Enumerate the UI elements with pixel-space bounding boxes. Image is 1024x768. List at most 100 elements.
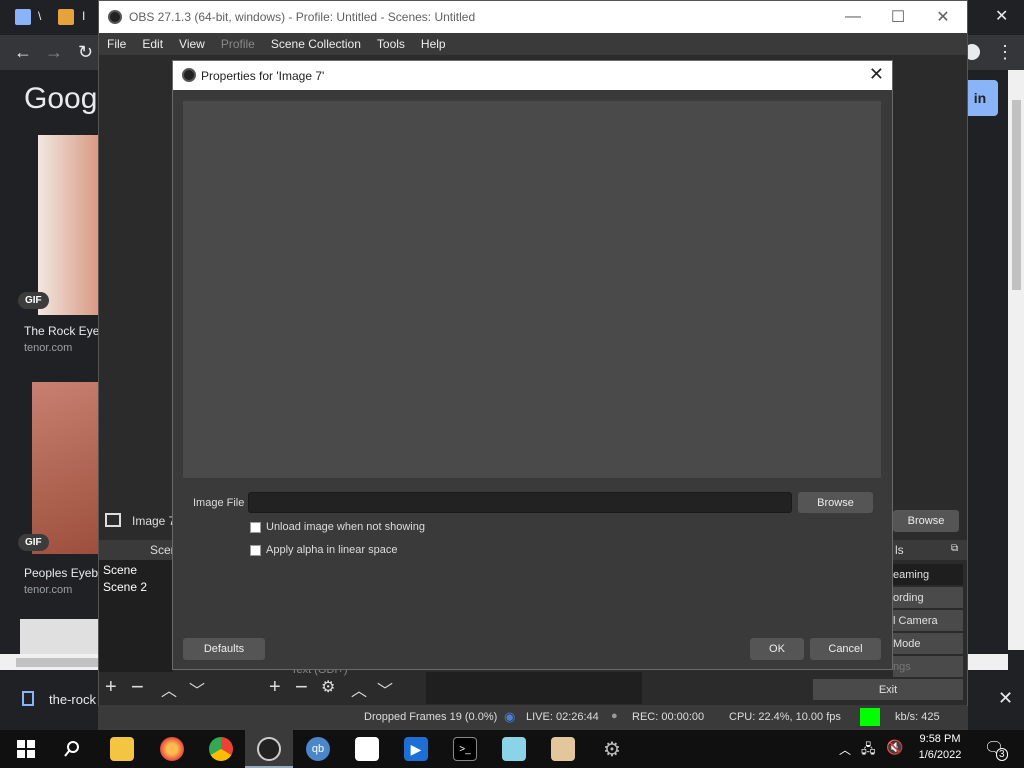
menu-edit[interactable]: Edit (142, 37, 163, 51)
forward-arrow-icon[interactable]: → (45, 43, 63, 61)
notepad-icon[interactable] (502, 737, 526, 761)
result-thumbnail[interactable] (32, 382, 98, 554)
menu-view[interactable]: View (179, 37, 205, 51)
download-tab-icon[interactable] (15, 9, 31, 25)
move-down-icon[interactable]: ﹀ (189, 677, 205, 701)
browser-menu-icon[interactable]: ⋮ (996, 43, 1014, 61)
back-arrow-icon[interactable]: ← (14, 43, 32, 61)
settings-gear-icon[interactable]: ⚙ (600, 737, 624, 761)
cancel-button[interactable]: Cancel (810, 638, 881, 660)
obs-logo-icon (108, 10, 122, 24)
ok-button[interactable]: OK (750, 638, 804, 660)
google-logo[interactable]: Googl (24, 82, 104, 116)
minimize-icon[interactable]: — (830, 1, 876, 33)
defaults-button[interactable]: Defaults (183, 638, 265, 660)
settings-button[interactable]: ngs (893, 656, 963, 677)
controls-dock-title: ls (895, 543, 904, 557)
chrome-icon[interactable] (209, 737, 233, 761)
audio-mixer-dock (426, 672, 642, 704)
menu-tools[interactable]: Tools (377, 37, 405, 51)
network-icon[interactable]: 🖧 (861, 740, 876, 762)
media-player-icon[interactable]: ▶ (404, 737, 428, 761)
file-explorer-icon[interactable] (110, 737, 134, 761)
alpha-checkbox[interactable] (250, 545, 261, 556)
start-windows-icon[interactable] (14, 737, 38, 761)
remove-scene-icon[interactable]: − (131, 674, 144, 700)
virtual-camera-button[interactable]: l Camera (893, 610, 963, 631)
obs-logo-icon (182, 68, 196, 82)
rec-timer: REC: 00:00:00 (632, 711, 705, 723)
result-title[interactable]: Peoples Eyeb (24, 566, 98, 580)
move-up-icon[interactable]: ︿ (161, 677, 177, 701)
unload-checkbox[interactable] (250, 522, 261, 533)
close-icon[interactable]: ✕ (920, 1, 966, 33)
start-recording-button[interactable]: ording (893, 587, 963, 608)
source-bar-label: Image 7 (132, 514, 176, 528)
paint-icon[interactable] (551, 737, 575, 761)
result-thumbnail[interactable] (20, 619, 98, 655)
menu-scene-collection[interactable]: Scene Collection (271, 37, 361, 51)
tray-chevron-up-icon[interactable]: ︿ (839, 741, 851, 758)
undock-icon[interactable]: ⧉ (951, 543, 958, 554)
dialog-titlebar: Properties for 'Image 7' ✕ (173, 61, 892, 90)
obs-studio-icon[interactable] (257, 737, 281, 761)
source-preview (183, 101, 881, 478)
tab-label-fragment[interactable]: I (82, 9, 85, 23)
firefox-icon[interactable] (160, 737, 184, 761)
download-filename[interactable]: the-rock (49, 692, 96, 707)
extension-tab-icon[interactable] (58, 9, 74, 25)
scene-item[interactable]: Scene (99, 563, 137, 577)
minimize-browser-icon[interactable]: ✕ (995, 6, 1008, 26)
scenes-list: Scene Scene 2 (99, 560, 173, 672)
add-scene-icon[interactable]: + (105, 676, 117, 699)
obs-window-title: OBS 27.1.3 (64-bit, windows) - Profile: … (129, 10, 476, 24)
browse-button[interactable]: Browse (798, 492, 873, 513)
image-file-input[interactable] (248, 492, 792, 513)
bitrate-indicator (860, 708, 880, 726)
add-source-icon[interactable]: + (269, 676, 281, 699)
search-icon[interactable] (60, 737, 84, 761)
terminal-icon[interactable]: >_ (453, 737, 477, 761)
result-thumbnail[interactable] (38, 135, 98, 315)
menu-help[interactable]: Help (421, 37, 446, 51)
menu-file[interactable]: File (107, 37, 126, 51)
obs-statusbar: Dropped Frames 19 (0.0%) ◉ LIVE: 02:26:4… (98, 706, 968, 730)
live-icon: ◉ (504, 709, 516, 724)
qbittorrent-icon[interactable]: qb (306, 737, 330, 761)
menu-profile[interactable]: Profile (221, 37, 255, 51)
result-source: tenor.com (24, 342, 73, 354)
scrollbar-thumb[interactable] (16, 658, 99, 667)
clock-time[interactable]: 9:58 PM (912, 733, 968, 745)
scene-item[interactable]: Scene 2 (99, 580, 147, 594)
scrollbar-thumb[interactable] (1012, 100, 1021, 290)
scenes-dock-header: Scen (99, 540, 177, 560)
maximize-icon[interactable]: ☐ (875, 1, 921, 33)
move-down-icon[interactable]: ﹀ (377, 677, 393, 701)
remove-source-icon[interactable]: − (295, 674, 308, 700)
dropped-frames: Dropped Frames 19 (0.0%) (364, 711, 498, 723)
sources-dock-toolbar: Text (GDI+) + − ⚙ ︿ ﹀ (263, 664, 423, 704)
result-title[interactable]: The Rock Eye (24, 324, 99, 338)
vertical-scrollbar[interactable] (1008, 70, 1024, 650)
obs-titlebar: OBS 27.1.3 (64-bit, windows) - Profile: … (99, 1, 967, 33)
tab-label-fragment[interactable]: \ (38, 9, 41, 23)
start-streaming-button[interactable]: eaming (893, 564, 963, 585)
reload-icon[interactable]: ↻ (78, 43, 93, 61)
kbps: kb/s: 425 (895, 711, 940, 723)
image-file-label: Image File (193, 497, 245, 509)
photos-icon[interactable] (355, 737, 379, 761)
studio-mode-button[interactable]: Mode (893, 633, 963, 654)
move-up-icon[interactable]: ︿ (351, 677, 367, 701)
alpha-label[interactable]: Apply alpha in linear space (266, 544, 397, 556)
gear-icon[interactable]: ⚙ (321, 677, 335, 697)
close-download-bar-icon[interactable]: ✕ (998, 688, 1013, 709)
exit-button[interactable]: Exit (813, 679, 963, 700)
clock-date[interactable]: 1/6/2022 (912, 749, 968, 761)
close-icon[interactable]: ✕ (869, 65, 884, 83)
windows-taskbar: qb ▶ >_ ⚙ ︿ 🖧 🔇 9:58 PM 1/6/2022 🗨 3 (0, 730, 1024, 768)
properties-dialog: Properties for 'Image 7' ✕ Image File Br… (172, 60, 893, 670)
rec-icon: ● (611, 710, 618, 722)
source-browse-button[interactable]: Browse (893, 510, 959, 532)
unload-label[interactable]: Unload image when not showing (266, 521, 425, 533)
volume-muted-icon[interactable]: 🔇 (886, 739, 903, 756)
